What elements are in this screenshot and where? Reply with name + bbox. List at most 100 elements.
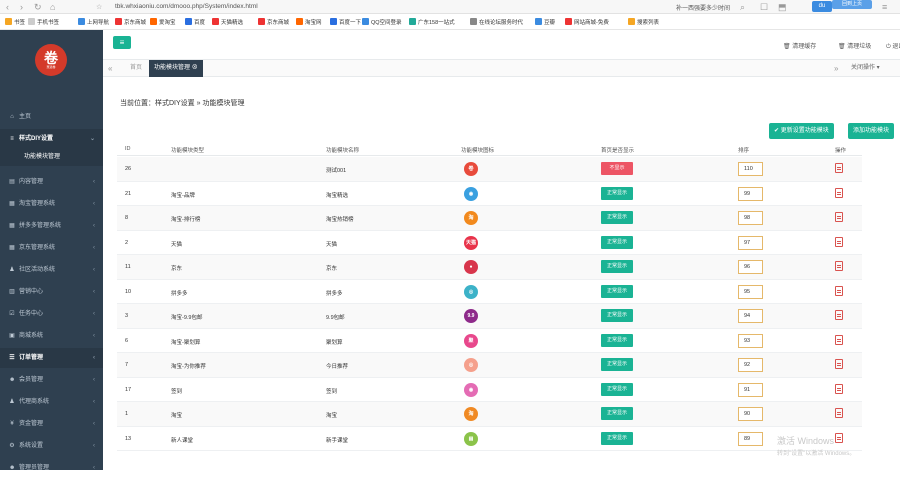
menu-icon[interactable]: ≡: [882, 2, 887, 12]
logout-link[interactable]: ⏻ 退出: [886, 41, 900, 51]
status-badge[interactable]: 正常显示: [601, 431, 633, 445]
tab-next-icon[interactable]: »: [834, 60, 838, 77]
edit-icon[interactable]: [835, 310, 843, 320]
edit-icon[interactable]: [835, 236, 843, 247]
status-badge[interactable]: 正常显示: [601, 333, 633, 347]
browser-search-text[interactable]: 补一西强要多少时间: [676, 3, 730, 12]
windows-watermark-sub: 转到"设置"以激活 Windows。: [777, 451, 856, 457]
tabs-close-dropdown[interactable]: 关闭操作 ▾: [851, 60, 880, 77]
url-text[interactable]: tbk.whxiaoniu.com/dmooo.php/System/index…: [115, 3, 258, 10]
sidebar-item-jd[interactable]: ▦ 京东管理系统 ‹: [0, 238, 103, 258]
collect-icon[interactable]: ☐: [760, 2, 768, 12]
status-badge[interactable]: 正常显示: [601, 407, 633, 420]
update-modules-button[interactable]: ✔ 更新设置功能模块: [769, 123, 834, 139]
edit-icon[interactable]: [835, 359, 843, 369]
status-badge[interactable]: 正常显示: [601, 382, 633, 396]
edit-icon[interactable]: [835, 408, 843, 418]
book-icon: ▤: [9, 179, 15, 185]
edit-icon[interactable]: [835, 334, 843, 345]
bookmark-item[interactable]: 京东商城: [115, 18, 146, 27]
sidebar-subitem-module[interactable]: 功能模块管理: [0, 149, 103, 166]
edit-icon[interactable]: [835, 163, 843, 173]
bookmark-item[interactable]: 爱淘宝: [150, 18, 176, 27]
gear-icon: ⚙: [9, 443, 15, 449]
sidebar-item-style-diy[interactable]: ≡ 样式DIY设置 ⌄: [0, 129, 103, 149]
bookmark-item[interactable]: 京东商城: [258, 18, 289, 27]
sidebar-item-orders[interactable]: ☰ 订单管理 ‹: [0, 348, 103, 368]
status-badge[interactable]: 正常显示: [601, 211, 633, 224]
sidebar-item-mall[interactable]: ▣ 商城系统 ‹: [0, 326, 103, 346]
sort-input[interactable]: 98: [738, 211, 763, 225]
menu-toggle-button[interactable]: ≡: [113, 36, 131, 49]
sort-input[interactable]: 91: [738, 382, 763, 397]
sort-input[interactable]: 110: [738, 162, 763, 176]
bookmark-item[interactable]: 手机书签: [28, 18, 59, 27]
status-badge[interactable]: 正常显示: [601, 186, 633, 200]
bookmark-item[interactable]: 百度: [185, 18, 205, 27]
bookmark-item[interactable]: 上网导航: [78, 18, 109, 27]
refresh-icon[interactable]: ↻: [34, 2, 42, 12]
status-badge[interactable]: 正常显示: [601, 260, 633, 273]
sidebar-item-admins[interactable]: ☻ 管理员管理 ‹: [0, 458, 103, 478]
bookmark-item[interactable]: QQ空间登录: [362, 18, 402, 27]
extra-button[interactable]: 回到上页: [832, 0, 872, 9]
shop-icon: ▣: [9, 333, 15, 339]
bookmark-item[interactable]: 书签: [5, 18, 25, 27]
bookmark-star-icon[interactable]: ☆: [96, 3, 102, 13]
sort-input[interactable]: 89: [738, 431, 763, 446]
bookmark-item[interactable]: 豆瓣: [535, 18, 555, 27]
bookmark-item[interactable]: 在线论坛服务时代: [470, 18, 523, 27]
edit-icon[interactable]: [835, 212, 843, 222]
extension-icon[interactable]: ⬒: [778, 2, 787, 12]
edit-icon[interactable]: [835, 432, 843, 443]
edit-icon[interactable]: [835, 383, 843, 394]
edit-icon[interactable]: [835, 187, 843, 198]
bookmark-item[interactable]: 淘宝网: [296, 18, 322, 27]
sidebar-item-content[interactable]: ▤ 内容管理 ‹: [0, 172, 103, 192]
add-module-button[interactable]: 添加功能模块: [848, 123, 895, 139]
close-icon[interactable]: ⊗: [192, 65, 198, 71]
sort-input[interactable]: 90: [738, 407, 763, 421]
cell-name: 签到: [326, 388, 338, 395]
du-icon[interactable]: du: [812, 1, 832, 12]
status-badge[interactable]: 正常显示: [601, 235, 633, 249]
status-badge[interactable]: 不显示: [601, 162, 633, 175]
bookmark-item[interactable]: 网站商城-免费: [565, 18, 609, 27]
tab-module-management[interactable]: 功能模块管理 ⊗: [149, 60, 203, 77]
sort-input[interactable]: 95: [738, 284, 763, 299]
bookmark-item[interactable]: 天猫精选: [212, 18, 243, 27]
bookmark-item[interactable]: 百度一下: [330, 18, 361, 27]
forward-icon[interactable]: ›: [20, 2, 23, 12]
sidebar-item-members[interactable]: ☻ 会员管理 ‹: [0, 370, 103, 390]
sidebar-item-community[interactable]: ♟ 社区活动系统 ‹: [0, 260, 103, 280]
tab-prev-icon[interactable]: «: [108, 60, 112, 77]
back-icon[interactable]: ‹: [6, 2, 9, 12]
status-badge[interactable]: 正常显示: [601, 358, 633, 371]
bookmark-item[interactable]: 搜索列表: [628, 18, 659, 27]
sort-input[interactable]: 96: [738, 260, 763, 274]
bookmark-item[interactable]: 广东158一站式: [409, 18, 455, 27]
sidebar-item-settings[interactable]: ⚙ 系统设置 ‹: [0, 436, 103, 456]
sidebar-item-home[interactable]: ⌂ 主页: [0, 107, 103, 127]
sort-input[interactable]: 94: [738, 309, 763, 323]
sidebar-item-taobao[interactable]: ▦ 淘宝管理系统 ‹: [0, 194, 103, 214]
search-icon[interactable]: ⌕: [740, 2, 745, 12]
sort-input[interactable]: 97: [738, 235, 763, 250]
sidebar-item-task[interactable]: ☑ 任务中心 ‹: [0, 304, 103, 324]
edit-icon[interactable]: [835, 285, 843, 296]
home-icon[interactable]: ⌂: [50, 2, 55, 12]
sort-input[interactable]: 99: [738, 186, 763, 201]
sidebar-item-marketing[interactable]: ▥ 营销中心 ‹: [0, 282, 103, 302]
sort-input[interactable]: 92: [738, 358, 763, 372]
edit-icon[interactable]: [835, 261, 843, 271]
status-badge[interactable]: 正常显示: [601, 309, 633, 322]
clear-log-link[interactable]: 🗑 清理垃圾: [838, 41, 871, 50]
clear-cache-link[interactable]: 🗑 清理缓存: [783, 41, 816, 50]
tab-home[interactable]: 首页: [130, 60, 142, 77]
sidebar-item-pdd[interactable]: ▦ 拼多多管理系统 ‹: [0, 216, 103, 236]
sidebar-item-funds[interactable]: ¥ 资金管理 ‹: [0, 414, 103, 434]
chevron-left-icon: ‹: [93, 421, 95, 427]
sort-input[interactable]: 93: [738, 333, 763, 348]
sidebar-item-agents[interactable]: ♟ 代理商系统 ‹: [0, 392, 103, 412]
status-badge[interactable]: 正常显示: [601, 284, 633, 298]
